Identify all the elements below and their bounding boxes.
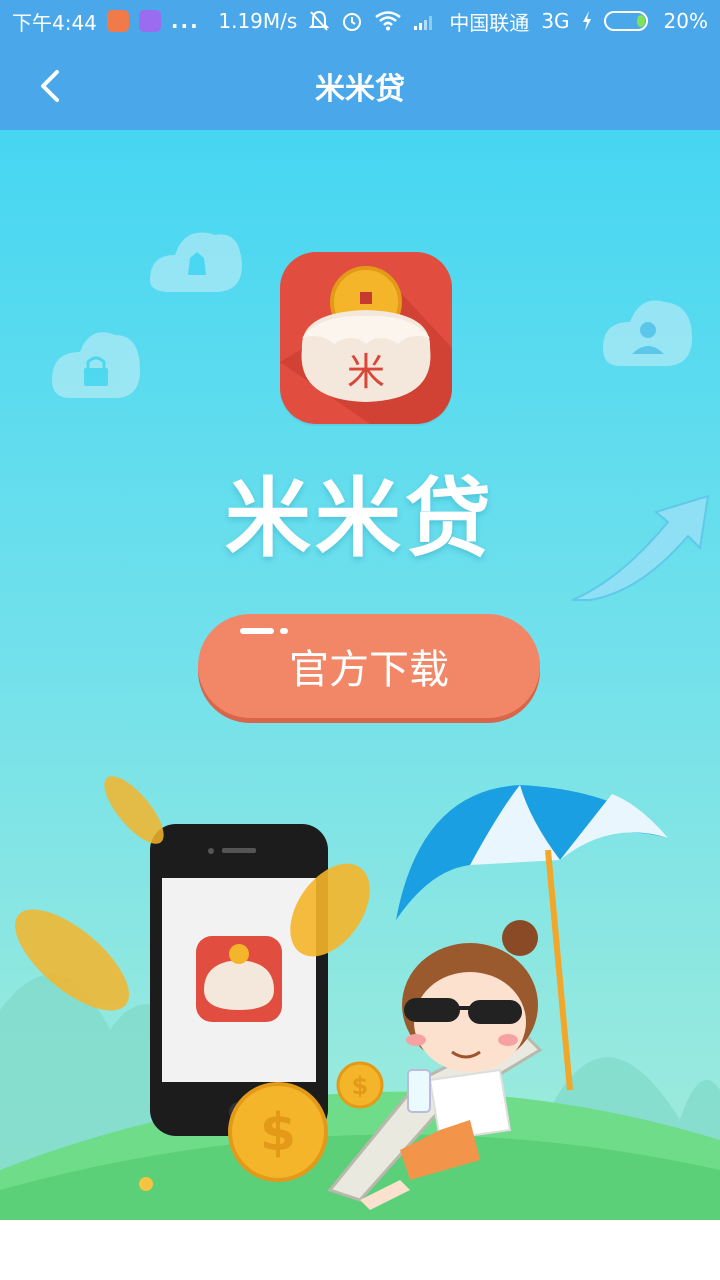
money-bag-logo-icon: 米 — [280, 266, 452, 424]
alarm-icon — [343, 13, 362, 31]
status-bar: 下午4:44 ... 1.19M/s 中国联通 3G 20% — [0, 0, 720, 42]
official-download-button[interactable]: 官方下载 — [198, 614, 540, 718]
status-time: 下午4:44 — [12, 10, 97, 35]
promo-banner: $ $ 米 米米贷 官方下载 — [0, 130, 720, 1220]
chevron-left-icon — [41, 70, 59, 102]
brand-title: 米米贷 — [225, 469, 495, 569]
battery-icon — [603, 11, 648, 31]
cloud-user-icon — [603, 300, 692, 366]
footer-space — [0, 1220, 720, 1280]
battery-percent: 20% — [663, 9, 708, 33]
network-type: 3G — [541, 9, 570, 33]
mute-bell-icon — [309, 10, 330, 31]
app-notification-icon — [138, 10, 161, 32]
charging-icon — [582, 11, 591, 31]
cloud-lock-icon — [52, 332, 140, 398]
download-label: 官方下载 — [289, 647, 449, 693]
svg-text:米: 米 — [347, 350, 385, 394]
svg-text:$: $ — [260, 1103, 296, 1163]
button-shine — [240, 628, 288, 634]
more-notifications-icon: ... — [170, 9, 200, 33]
signal-icon — [414, 16, 433, 30]
network-speed: 1.19M/s — [218, 9, 298, 33]
page-title: 米米贷 — [315, 72, 405, 107]
svg-text:$: $ — [352, 1072, 369, 1100]
wifi-icon — [375, 11, 402, 31]
app-notification-icon — [106, 10, 129, 32]
carrier-name: 中国联通 — [449, 10, 530, 35]
cloud-money-bag-icon — [150, 232, 242, 292]
app-logo: 米 — [280, 252, 452, 424]
back-button[interactable] — [24, 62, 76, 110]
nav-bar: 米米贷 — [0, 42, 720, 130]
carousel-dot — [139, 1177, 153, 1191]
